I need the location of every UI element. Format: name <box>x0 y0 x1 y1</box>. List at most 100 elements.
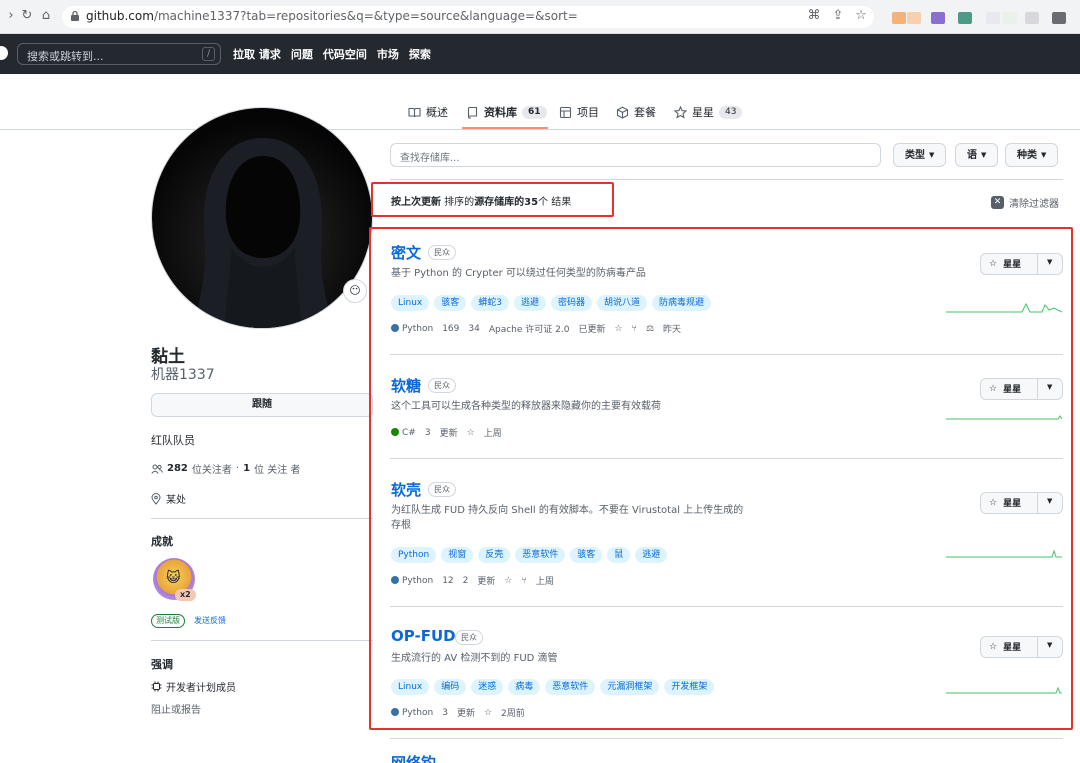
star-button[interactable]: ☆ 星星 ▼ <box>980 636 1063 658</box>
block-report-link[interactable]: 阻止或报告 <box>151 701 201 716</box>
topic-tag[interactable]: 编码 <box>434 679 467 695</box>
next-repo-name-link[interactable]: 网络钓 <box>391 754 471 763</box>
extension-icon[interactable] <box>907 12 921 24</box>
repo-stars-count[interactable]: 12 <box>442 576 453 586</box>
extension-icon[interactable] <box>931 12 945 24</box>
repo-stars-count[interactable]: 169 <box>442 324 459 334</box>
followers-count[interactable]: 282 <box>167 463 188 474</box>
highlight-developer-program[interactable]: 开发者计划成员 <box>151 679 236 694</box>
chevron-down-icon[interactable]: ▼ <box>1047 383 1052 391</box>
extension-icon[interactable] <box>892 12 906 24</box>
topic-tag[interactable]: 恶意软件 <box>515 547 566 563</box>
topic-tag[interactable]: 密码器 <box>551 295 593 311</box>
table-icon <box>559 106 572 118</box>
following-label[interactable]: 位 关注 者 <box>254 461 300 476</box>
clear-filter-button[interactable]: ✕ 清除过滤器 <box>991 195 1059 210</box>
topic-tag[interactable]: Python <box>391 547 437 563</box>
reload-icon[interactable]: ↻ <box>20 9 34 23</box>
star-icon: ☆ <box>614 323 623 334</box>
topic-tag[interactable]: 骇客 <box>434 295 467 311</box>
repo-name-link[interactable]: OP-FUD <box>391 627 456 645</box>
find-repository-input[interactable]: 查找存储库... <box>390 143 881 167</box>
clear-filter-label: 清除过滤器 <box>1009 199 1059 210</box>
profile-location: 某处 <box>151 491 186 506</box>
repo-name-link[interactable]: 软糖 <box>391 375 421 396</box>
next-repo-name: 网络钓 <box>391 754 437 763</box>
location-text: 某处 <box>166 495 186 506</box>
topic-tag[interactable]: 恶意软件 <box>545 679 596 695</box>
repo-forks-count[interactable]: 2 <box>463 576 469 586</box>
search-placeholder: 搜索或跳转到... <box>27 50 104 63</box>
repo-icon <box>467 106 478 119</box>
repo-meta: Python 169 34 Apache 许可证 2.0 已更新 ☆ ⑂ ⚖ 昨… <box>391 322 681 335</box>
extension-icon[interactable] <box>1025 12 1039 24</box>
tab-stars[interactable]: 星星 43 <box>674 104 743 120</box>
nav-explore[interactable]: 探索 <box>409 46 431 62</box>
forward-icon[interactable]: › <box>4 9 18 23</box>
topic-tag[interactable]: 蟒蛇3 <box>471 295 509 311</box>
sort-dropdown[interactable]: 种类 ▼ <box>1005 143 1059 167</box>
nav-issues[interactable]: 问题 <box>291 46 313 62</box>
location-pin-icon <box>151 492 161 505</box>
share-icon[interactable]: ⇪ <box>830 8 846 24</box>
repo-forks-count[interactable]: 34 <box>468 324 479 334</box>
topic-tag[interactable]: Linux <box>391 295 430 311</box>
send-feedback-link[interactable]: 发送反馈 <box>194 615 226 626</box>
translate-icon[interactable]: ⌘ <box>806 8 822 24</box>
followers-line: 282 位关注者 · 1 位 关注 者 <box>151 461 300 476</box>
extension-icon[interactable] <box>1003 12 1017 24</box>
bookmark-star-icon[interactable]: ☆ <box>853 8 869 24</box>
topic-tag[interactable]: 迷惑 <box>471 679 504 695</box>
extension-icon[interactable] <box>958 12 972 24</box>
avatar[interactable] <box>151 107 373 329</box>
topic-tag[interactable]: 反壳 <box>478 547 511 563</box>
topic-tag[interactable]: 开发框架 <box>664 679 715 695</box>
tab-repositories[interactable]: 资料库 61 <box>466 104 547 120</box>
tab-overview[interactable]: 概述 <box>408 104 448 120</box>
nav-pull-requests[interactable]: 拉取 请求 <box>233 46 281 62</box>
repo-stars-count[interactable]: 3 <box>425 428 431 438</box>
repo-license: Apache 许可证 2.0 <box>488 325 570 335</box>
topic-tag[interactable]: 鼠 <box>607 547 631 563</box>
repo-name-link[interactable]: 密文 <box>391 242 421 263</box>
followers-label[interactable]: 位关注者 <box>192 461 232 476</box>
star-button[interactable]: ☆ 星星 ▼ <box>980 253 1063 275</box>
topic-tag[interactable]: 逃避 <box>635 547 668 563</box>
topic-tag[interactable]: 病毒 <box>508 679 541 695</box>
chevron-down-icon[interactable]: ▼ <box>1047 497 1052 505</box>
topic-tag[interactable]: Linux <box>391 679 430 695</box>
repo-meta: Python 12 2 更新 ☆ ⑂ 上周 <box>391 574 554 587</box>
star-button[interactable]: ☆ 星星 ▼ <box>980 492 1063 514</box>
extension-icon[interactable] <box>986 12 1000 24</box>
book-icon <box>408 107 421 117</box>
topic-tag[interactable]: 元漏洞框架 <box>600 679 660 695</box>
topic-tag[interactable]: 防病毒规避 <box>652 295 712 311</box>
tab-packages[interactable]: 套餐 <box>616 104 656 120</box>
topic-tag[interactable]: 逃避 <box>514 295 547 311</box>
topic-tag[interactable]: 胡说八道 <box>597 295 648 311</box>
extension-icon[interactable] <box>1052 12 1066 24</box>
nav-marketplace[interactable]: 市场 <box>377 46 399 62</box>
tab-label: 资料库 <box>484 106 517 119</box>
star-icon: ☆ <box>466 427 475 438</box>
global-search-input[interactable]: 搜索或跳转到... / <box>17 43 221 65</box>
tab-projects[interactable]: 项目 <box>559 104 599 120</box>
type-filter-dropdown[interactable]: 类型 ▼ <box>893 143 947 167</box>
updated-prefix: 更新 <box>439 429 458 439</box>
repo-stars-count[interactable]: 3 <box>442 708 448 718</box>
address-bar[interactable]: github.com/machine1337?tab=repositories&… <box>62 6 874 28</box>
chevron-down-icon[interactable]: ▼ <box>1047 641 1052 649</box>
star-button[interactable]: ☆ 星星 ▼ <box>980 378 1063 400</box>
home-icon[interactable]: ⌂ <box>39 9 53 23</box>
nav-codespaces[interactable]: 代码空间 <box>323 46 367 62</box>
language-filter-dropdown[interactable]: 语 ▼ <box>955 143 999 167</box>
repo-name-link[interactable]: 软壳 <box>391 479 421 500</box>
topic-tag[interactable]: 骇客 <box>570 547 603 563</box>
following-count[interactable]: 1 <box>243 463 250 474</box>
achievements-title[interactable]: 成就 <box>151 533 173 549</box>
github-logo-icon[interactable] <box>0 46 8 60</box>
status-emoji-button[interactable]: 😶 <box>343 279 367 303</box>
topic-tag[interactable]: 视窗 <box>441 547 474 563</box>
chevron-down-icon[interactable]: ▼ <box>1047 258 1052 266</box>
follow-button[interactable]: 跟随 <box>151 393 373 417</box>
